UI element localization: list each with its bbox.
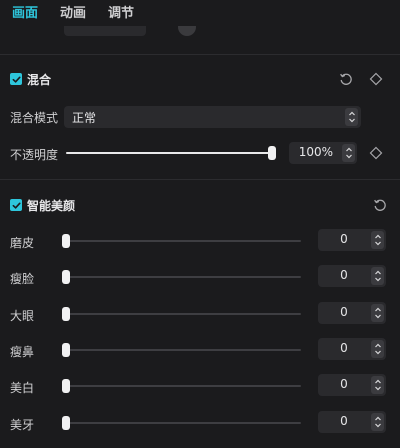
blend-section-title: 混合: [27, 73, 52, 87]
beauty-label-smooth-skin: 磨皮: [10, 236, 35, 250]
blend-reset-button[interactable]: [337, 70, 355, 88]
keyframe-diamond-icon: [369, 72, 383, 86]
beauty-slider-thumb-whiten-teeth[interactable]: [62, 416, 70, 430]
beauty-section-title: 智能美颜: [27, 199, 76, 213]
beauty-value-box-whiten-teeth[interactable]: 0: [318, 411, 386, 433]
tab-adjust[interactable]: 调节: [108, 0, 134, 28]
beauty-slider-track-slim-face[interactable]: [66, 276, 301, 278]
beauty-stepper-smooth-skin[interactable]: [371, 231, 384, 249]
stepper-arrows-icon: [345, 147, 352, 159]
beauty-value-slim-face: 0: [340, 268, 348, 282]
stepper-arrows-icon: [374, 234, 381, 246]
previous-input-box[interactable]: [64, 26, 146, 36]
beauty-slider-thumb-slim-nose[interactable]: [62, 343, 70, 357]
stepper-arrows-icon: [374, 270, 381, 282]
beauty-slider-track-smooth-skin[interactable]: [66, 240, 301, 242]
beauty-value-whiten-teeth: 0: [340, 414, 348, 428]
beauty-slider-thumb-big-eyes[interactable]: [62, 307, 70, 321]
beauty-slider-thumb-whiten[interactable]: [62, 379, 70, 393]
beauty-slider-track-big-eyes[interactable]: [66, 313, 301, 315]
blend-checkbox[interactable]: [10, 73, 22, 85]
previous-section-row: [0, 26, 400, 40]
opacity-value-box[interactable]: 100%: [289, 142, 357, 164]
opacity-slider-fill: [66, 152, 272, 154]
beauty-label-slim-nose: 瘦鼻: [10, 345, 35, 359]
checkbox-check-icon: [12, 202, 21, 209]
panel-tabs: 画面 动画 调节: [0, 0, 400, 28]
beauty-label-big-eyes: 大眼: [10, 309, 35, 323]
opacity-stepper[interactable]: [342, 144, 355, 162]
beauty-slider-track-whiten-teeth[interactable]: [66, 422, 301, 424]
beauty-stepper-big-eyes[interactable]: [371, 304, 384, 322]
beauty-reset-button[interactable]: [371, 196, 389, 214]
blend-mode-stepper[interactable]: [345, 108, 358, 126]
checkbox-check-icon: [12, 76, 21, 83]
beauty-slider-track-whiten[interactable]: [66, 385, 301, 387]
beauty-slider-thumb-smooth-skin[interactable]: [62, 234, 70, 248]
beauty-slider-thumb-slim-face[interactable]: [62, 270, 70, 284]
beauty-value-box-smooth-skin[interactable]: 0: [318, 229, 386, 251]
beauty-stepper-whiten[interactable]: [371, 376, 384, 394]
beauty-value-slim-nose: 0: [340, 341, 348, 355]
beauty-slider-track-slim-nose[interactable]: [66, 349, 301, 351]
beauty-value-box-whiten[interactable]: 0: [318, 374, 386, 396]
beauty-value-box-slim-face[interactable]: 0: [318, 265, 386, 287]
stepper-arrows-icon: [374, 343, 381, 355]
reset-icon: [340, 73, 352, 85]
stepper-arrows-icon: [374, 379, 381, 391]
tab-animation[interactable]: 动画: [60, 0, 86, 28]
beauty-value-big-eyes: 0: [340, 305, 348, 319]
stepper-arrows-icon: [348, 111, 355, 123]
stepper-arrows-icon: [374, 307, 381, 319]
reset-icon: [374, 199, 386, 211]
stepper-arrows-icon: [374, 416, 381, 428]
beauty-value-whiten: 0: [340, 377, 348, 391]
beauty-stepper-whiten-teeth[interactable]: [371, 413, 384, 431]
beauty-label-whiten-teeth: 美牙: [10, 418, 35, 432]
beauty-value-smooth-skin: 0: [340, 232, 348, 246]
opacity-value: 100%: [298, 145, 333, 159]
section-divider: [0, 54, 400, 55]
opacity-label: 不透明度: [10, 148, 59, 162]
blend-mode-label: 混合模式: [10, 111, 59, 125]
beauty-stepper-slim-face[interactable]: [371, 267, 384, 285]
opacity-slider-track[interactable]: [66, 152, 272, 154]
beauty-value-box-slim-nose[interactable]: 0: [318, 338, 386, 360]
blend-mode-value: 正常: [72, 111, 97, 125]
tab-picture[interactable]: 画面: [12, 0, 38, 28]
blend-section-header: 混合: [0, 69, 400, 91]
beauty-stepper-slim-nose[interactable]: [371, 340, 384, 358]
beauty-checkbox[interactable]: [10, 199, 22, 211]
blend-keyframe-button[interactable]: [367, 70, 385, 88]
beauty-label-slim-face: 瘦脸: [10, 272, 35, 286]
opacity-slider-thumb[interactable]: [268, 146, 276, 160]
blend-mode-select[interactable]: 正常: [64, 106, 361, 128]
beauty-section-header: 智能美颜: [0, 195, 400, 217]
opacity-keyframe-button[interactable]: [367, 144, 385, 162]
beauty-label-whiten: 美白: [10, 381, 35, 395]
section-divider: [0, 179, 400, 180]
previous-dial[interactable]: [178, 26, 196, 36]
keyframe-diamond-icon: [369, 146, 383, 160]
beauty-value-box-big-eyes[interactable]: 0: [318, 302, 386, 324]
